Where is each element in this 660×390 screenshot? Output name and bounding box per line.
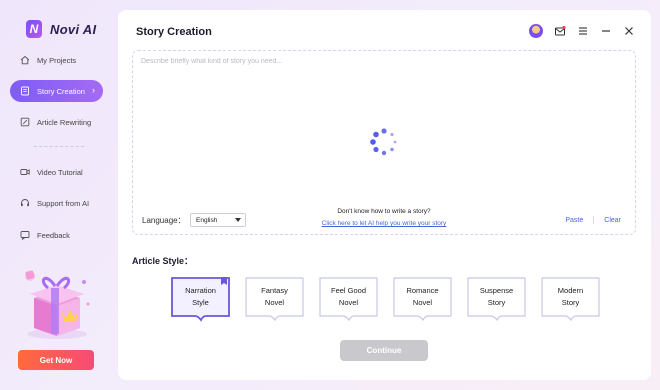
avatar[interactable]	[529, 24, 543, 38]
ai-help-link[interactable]: Click here to let AI help you write your…	[133, 220, 635, 227]
article-style-label: Article Style：	[132, 256, 194, 266]
sidebar-item-video-tutorial[interactable]: Video Tutorial	[10, 161, 103, 183]
article-style-options: Narration Style Fantasy Novel Feel Good Nov…	[170, 276, 601, 323]
brand: N Novi AI	[26, 20, 96, 38]
story-editor: Language： English Don't know how to writ…	[132, 50, 636, 235]
get-now-button[interactable]: Get Now	[18, 350, 94, 370]
style-option-label: Modern Story	[557, 286, 584, 307]
sidebar-item-feedback[interactable]: Feedback	[10, 224, 103, 246]
sidebar-item-story-creation[interactable]: Story Creation ›	[10, 80, 103, 102]
mail-icon[interactable]	[554, 25, 566, 37]
sidebar-item-my-projects[interactable]: My Projects	[10, 49, 103, 71]
gift-box-icon	[25, 270, 90, 339]
sidebar-item-label: Feedback	[37, 230, 70, 240]
sidebar-item-support-from-ai[interactable]: Support from AI	[10, 192, 103, 214]
divider	[593, 216, 595, 224]
divider	[34, 146, 84, 147]
menu-icon[interactable]	[577, 25, 589, 37]
paste-button[interactable]: Paste	[565, 217, 583, 224]
rewrite-icon	[20, 117, 30, 127]
loading-spinner-icon	[370, 128, 397, 156]
style-option-label: Feel Good Novel	[330, 286, 367, 307]
continue-button[interactable]: Continue	[340, 340, 428, 361]
sidebar: N Novi AI My Projects Story Creation › A…	[0, 0, 112, 390]
sidebar-item-label: Article Rewriting	[37, 117, 92, 127]
book-icon	[20, 86, 30, 96]
app-name: Novi AI	[50, 21, 97, 37]
style-option-narration-style[interactable]: Narration Style	[170, 276, 231, 323]
app-logo-icon: N	[26, 20, 42, 38]
style-option-label: Suspense Story	[479, 286, 514, 307]
style-option-feel-good-novel[interactable]: Feel Good Novel	[318, 276, 379, 323]
style-option-label: Romance Novel	[406, 286, 439, 307]
clear-button[interactable]: Clear	[604, 217, 621, 224]
style-option-label: Fantasy Novel	[261, 286, 288, 307]
window-controls	[529, 24, 635, 38]
style-option-romance-novel[interactable]: Romance Novel	[392, 276, 453, 323]
style-option-label: Narration Style	[185, 286, 216, 307]
minimize-icon[interactable]	[600, 25, 612, 37]
sidebar-item-label: Video Tutorial	[37, 167, 83, 177]
help-question: Don't know how to write a story?	[337, 208, 431, 215]
style-option-fantasy-novel[interactable]: Fantasy Novel	[244, 276, 305, 323]
sidebar-item-label: Support from AI	[37, 198, 90, 208]
feedback-icon	[20, 230, 30, 240]
close-icon[interactable]	[623, 25, 635, 37]
editor-actions: Paste Clear	[565, 216, 621, 224]
style-option-modern-story[interactable]: Modern Story	[540, 276, 601, 323]
page-title: Story Creation	[136, 26, 212, 38]
home-icon	[20, 55, 30, 65]
chevron-right-icon: ›	[92, 85, 95, 95]
sidebar-item-article-rewriting[interactable]: Article Rewriting	[10, 111, 103, 133]
sidebar-item-label: My Projects	[37, 55, 77, 65]
video-icon	[20, 167, 30, 177]
headset-icon	[20, 198, 30, 208]
main-panel: Story Creation Language： Eng	[118, 10, 651, 380]
sidebar-item-label: Story Creation	[37, 86, 85, 96]
style-option-suspense-story[interactable]: Suspense Story	[466, 276, 527, 323]
